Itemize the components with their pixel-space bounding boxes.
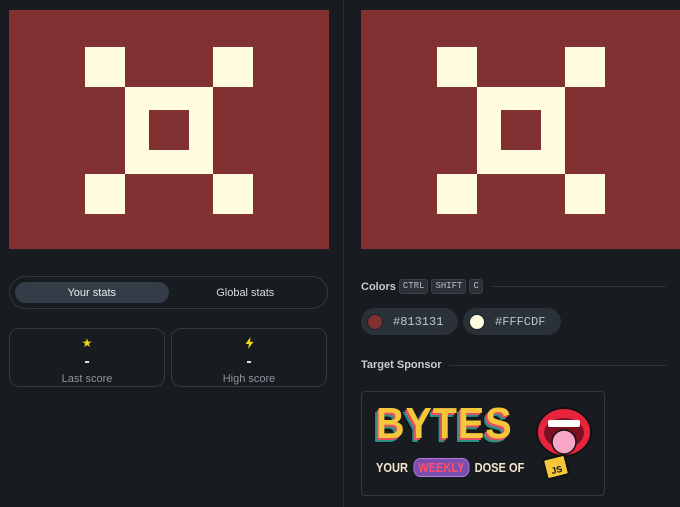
sponsor-tagline: YOUR WEEKLY DOSE OF <box>376 458 524 477</box>
tagline-your: YOUR <box>376 460 408 475</box>
sponsor-title: Target Sponsor <box>361 359 442 371</box>
color-chip-foreground[interactable]: #FFFCDF <box>463 308 561 335</box>
tab-global-stats[interactable]: Global stats <box>169 282 323 303</box>
target-square-top-right <box>565 47 605 87</box>
target-canvas <box>361 10 680 249</box>
star-icon: ★ <box>81 336 93 350</box>
pattern-square-top-right <box>213 47 253 87</box>
pattern-square-bottom-right <box>213 174 253 214</box>
shortcut-key-ctrl: CTRL <box>398 279 429 294</box>
color-swatch <box>367 313 383 330</box>
pattern-center-hole <box>149 110 189 150</box>
target-square-top-left <box>437 47 477 87</box>
output-canvas[interactable] <box>9 10 329 249</box>
colors-section-header: Colors CTRL SHIFT C <box>361 279 666 294</box>
last-score-card: ★ - Last score <box>9 328 165 387</box>
color-hex-label: #813131 <box>393 314 444 329</box>
tab-your-stats[interactable]: Your stats <box>15 282 169 303</box>
shortcut-key-c: C <box>469 279 483 294</box>
tagline-weekly: WEEKLY <box>413 458 470 477</box>
section-divider <box>490 286 666 287</box>
js-badge: JS <box>541 453 571 481</box>
tagline-dose-of: DOSE OF <box>474 460 525 475</box>
lightning-icon <box>245 337 254 350</box>
sponsor-section-header: Target Sponsor <box>361 359 666 371</box>
last-score-value: - <box>84 353 90 370</box>
color-swatch <box>469 313 485 330</box>
target-square-bottom-right <box>565 174 605 214</box>
target-center-hole <box>501 110 541 150</box>
panel-divider <box>343 0 344 507</box>
sponsor-brand: BYTES <box>376 399 513 448</box>
high-score-card: - High score <box>171 328 327 387</box>
sponsor-banner-link[interactable]: BYTES YOUR WEEKLY DOSE OF JS <box>361 391 605 496</box>
color-hex-label: #FFFCDF <box>495 314 546 329</box>
shortcut-key-shift: SHIFT <box>431 279 467 294</box>
stats-tab-switcher: Your stats Global stats <box>9 276 328 309</box>
target-square-bottom-left <box>437 174 477 214</box>
color-chip-background[interactable]: #813131 <box>361 308 458 335</box>
colors-title: Colors <box>361 280 396 293</box>
section-divider <box>449 364 666 366</box>
last-score-label: Last score <box>61 373 113 385</box>
high-score-label: High score <box>222 373 276 385</box>
pattern-square-bottom-left <box>85 174 125 214</box>
pattern-square-top-left <box>85 47 125 87</box>
high-score-value: - <box>246 353 252 370</box>
